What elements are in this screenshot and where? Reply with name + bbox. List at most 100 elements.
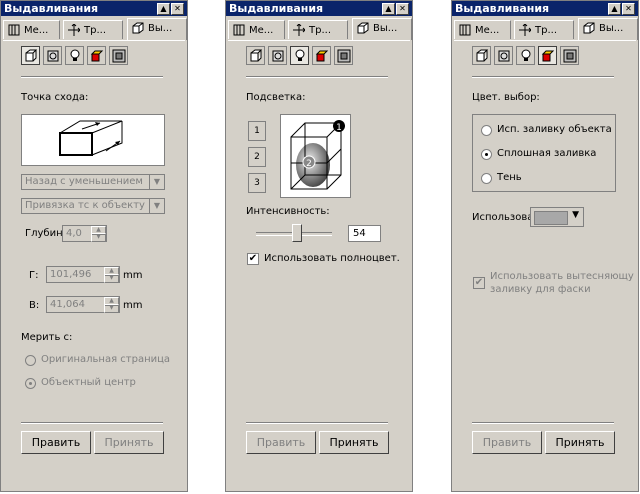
tab-transform[interactable]: Тр... (288, 20, 348, 39)
use-object-fill-radio[interactable] (481, 125, 492, 136)
color-cube-icon (90, 50, 104, 62)
vanishing-point-lock-dropdown[interactable]: Привязка тс к объекту ▼ (21, 198, 165, 214)
transform-icon (293, 24, 305, 36)
extrude-shape-icon (25, 49, 38, 62)
color-picker-button[interactable]: ▼ (530, 207, 584, 227)
light-3-button[interactable]: 3 (248, 173, 266, 193)
solid-fill-radio[interactable] (481, 149, 492, 160)
spin-down-button[interactable]: ▼ (104, 274, 119, 283)
tab-transform[interactable]: Тр... (514, 20, 574, 39)
transform-icon (68, 24, 80, 36)
apply-button[interactable]: Принять (319, 431, 389, 454)
light-1-button[interactable]: 1 (248, 121, 266, 141)
intensity-input[interactable]: 54 (348, 225, 381, 242)
extrude-panel-color: Выдавливания ▲ ✕ Ме... Тр... Вы... Цвет.… (451, 0, 639, 492)
color-mode-button[interactable] (538, 46, 557, 65)
bevel-icon (337, 49, 351, 63)
apply-button[interactable]: Принять (94, 431, 164, 454)
vanishing-point-type-dropdown[interactable]: Назад с уменьшением ▼ (21, 174, 165, 190)
color-swatch (534, 211, 568, 225)
rotation-mode-button[interactable] (43, 46, 62, 65)
panel-title-bar: Выдавливания ▲ ✕ (1, 1, 187, 16)
extrude-panel-lighting: Выдавливания ▲ ✕ Ме... Тр... Вы... Подсв… (225, 0, 413, 492)
tab-materials[interactable]: Ме... (3, 20, 60, 39)
lighting-mode-button[interactable] (290, 46, 309, 65)
rotation-mode-button[interactable] (494, 46, 513, 65)
use-object-fill-label: Исп. заливку объекта (497, 124, 612, 135)
vanishing-point-mode-button[interactable] (246, 46, 265, 65)
lighting-preview[interactable]: 1 2 (280, 114, 351, 198)
horizontal-spinbox[interactable]: 101,496 ▲ ▼ (46, 266, 120, 283)
use-bevel-fill-checkbox[interactable]: ✔ (473, 277, 485, 289)
extrude-preview-drawing (59, 120, 123, 156)
panel-title: Выдавливания (4, 2, 99, 15)
edit-button[interactable]: Править (472, 431, 542, 454)
tab-extrude[interactable]: Вы... (127, 18, 187, 40)
spin-down-button[interactable]: ▼ (91, 233, 106, 242)
intensity-slider-thumb[interactable] (291, 224, 302, 242)
use-color-label: Использова (472, 212, 532, 223)
light-marker-2: 2 (306, 159, 312, 169)
use-bevel-fill-label-line1: Использовать вытесняющу (490, 271, 634, 282)
chevron-down-icon: ▼ (149, 175, 164, 189)
vanishing-point-mode-button[interactable] (21, 46, 40, 65)
measure-from-label: Мерить с: (21, 332, 73, 343)
materials-icon (233, 24, 245, 36)
vertical-label: В: (29, 300, 40, 311)
separator (246, 76, 388, 78)
extrude-shape-icon (250, 49, 263, 62)
lighting-mode-button[interactable] (516, 46, 535, 65)
bulb-icon: 2 (254, 152, 260, 162)
color-mode-button[interactable] (312, 46, 331, 65)
bevel-mode-button[interactable] (560, 46, 579, 65)
bulb-icon: 3 (254, 178, 260, 188)
vertical-spinbox[interactable]: 41,064 ▲ ▼ (46, 296, 120, 313)
vertical-unit: mm (123, 300, 143, 311)
depth-spinbox[interactable]: 4,0 ▲ ▼ (62, 225, 107, 242)
color-cube-icon (315, 50, 329, 62)
close-button[interactable]: ✕ (171, 3, 184, 15)
page-origin-radio[interactable] (25, 355, 36, 366)
tab-extrude[interactable]: Вы... (352, 18, 412, 40)
close-button[interactable]: ✕ (622, 3, 635, 15)
minimize-button[interactable]: ▲ (608, 3, 621, 15)
panel-title: Выдавливания (229, 2, 324, 15)
edit-button[interactable]: Править (21, 431, 91, 454)
bevel-mode-button[interactable] (109, 46, 128, 65)
materials-icon (8, 24, 20, 36)
use-bevel-fill-label-line2: заливку для фаски (490, 284, 591, 295)
bevel-mode-button[interactable] (334, 46, 353, 65)
rotate-icon (272, 50, 284, 62)
chevron-down-icon: ▼ (572, 210, 579, 220)
bulb-icon (521, 49, 531, 61)
minimize-button[interactable]: ▲ (382, 3, 395, 15)
horizontal-label: Г: (29, 270, 39, 281)
light-2-button[interactable]: 2 (248, 147, 266, 167)
lighting-mode-button[interactable] (65, 46, 84, 65)
shade-radio[interactable] (481, 173, 492, 184)
tab-extrude[interactable]: Вы... (578, 18, 638, 40)
color-mode-button[interactable] (87, 46, 106, 65)
apply-button[interactable]: Принять (545, 431, 615, 454)
bulb-icon: 1 (254, 126, 260, 136)
rotation-mode-button[interactable] (268, 46, 287, 65)
use-full-color-label: Использовать полноцвет. (264, 253, 400, 264)
tab-transform[interactable]: Тр... (63, 20, 123, 39)
panel-title: Выдавливания (455, 2, 550, 15)
separator (21, 422, 163, 424)
minimize-button[interactable]: ▲ (157, 3, 170, 15)
edit-button[interactable]: Править (246, 431, 316, 454)
use-full-color-checkbox[interactable]: ✔ (247, 253, 259, 265)
vanishing-point-mode-button[interactable] (472, 46, 491, 65)
page-origin-label: Оригинальная страница (41, 354, 171, 365)
spin-down-button[interactable]: ▼ (104, 304, 119, 313)
color-cube-icon (541, 50, 555, 62)
tab-strip: Ме... Тр... Вы... (228, 18, 412, 41)
tab-materials[interactable]: Ме... (454, 20, 511, 39)
shade-label: Тень (497, 172, 522, 183)
object-center-radio[interactable] (25, 378, 36, 389)
tab-materials[interactable]: Ме... (228, 20, 285, 39)
bevel-icon (112, 49, 126, 63)
transform-icon (519, 24, 531, 36)
close-button[interactable]: ✕ (396, 3, 409, 15)
